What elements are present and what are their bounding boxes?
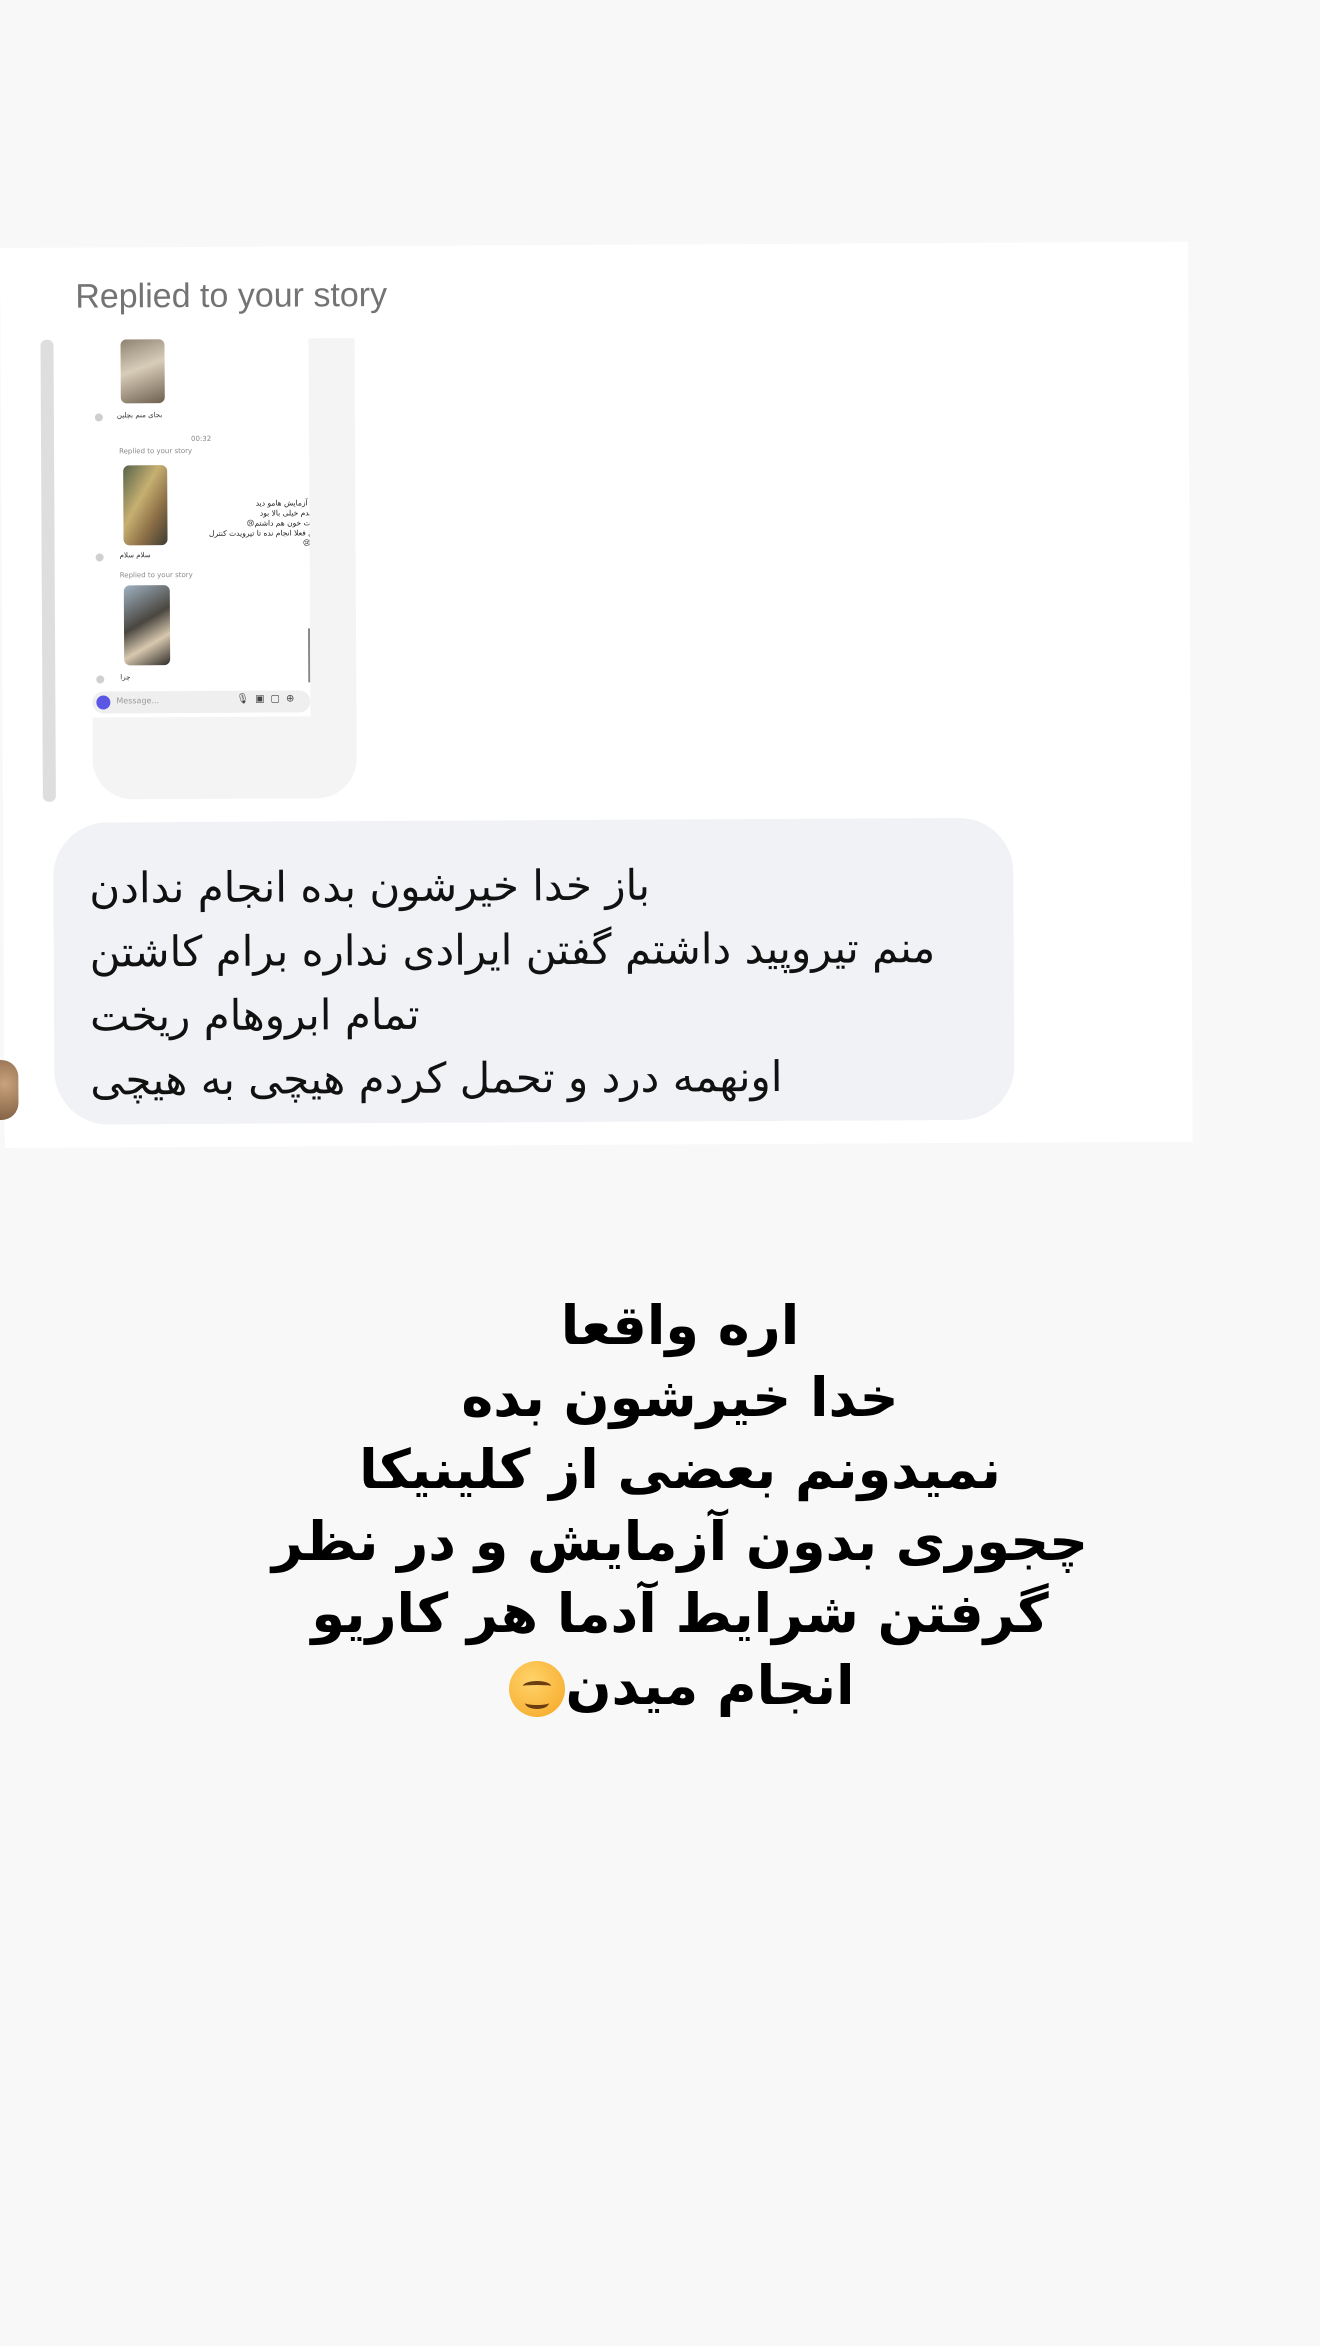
caption-line: اره واقعا: [560, 1294, 800, 1357]
story-caption: اره واقعا خدا خیرشون بده نمیدونم بعضی از…: [180, 1290, 1180, 1722]
story-photo-2: [123, 465, 168, 546]
replied-to-story-label: Replied to your story: [75, 275, 388, 316]
caption-line: چجوری بدون آزمایش و در نظر: [271, 1510, 1089, 1573]
message-line: منم تیروپید داشتم گفتن ایرادی نداره برام…: [89, 923, 936, 977]
story-reply-preview[interactable]: بجای منم بچلین 00:32 Replied to your sto…: [90, 338, 357, 800]
mini-avatar: [94, 413, 103, 422]
caption-line: انجام میدن: [565, 1654, 855, 1717]
composer-icons: 🎙▣▢⊕: [236, 693, 301, 705]
caption-line: خدا خیرشون بده: [461, 1366, 899, 1429]
story-photo-3: [123, 585, 171, 666]
mini-time: 00:32: [190, 434, 212, 444]
message-bubble[interactable]: باز خدا خیرشون بده انجام ندادن منم تیروپ…: [53, 817, 1015, 1125]
message-line: اونهمه درد و تحمل کردم هیچی به هیچی: [90, 1051, 783, 1105]
story-screenshot-thumbnail: بجای منم بچلین 00:32 Replied to your sto…: [90, 338, 311, 718]
mini-replied-2: Replied to your story: [119, 570, 193, 580]
caption-line: نمیدونم بعضی از کلینیکا: [359, 1438, 1001, 1501]
caption-line: گرفتن شرایط آدما هر کاریو: [311, 1582, 1049, 1645]
sender-avatar[interactable]: [0, 1059, 19, 1121]
message-line: تمام ابروهام ریخت: [89, 989, 420, 1041]
camera-icon: [96, 695, 111, 710]
mini-message: دکتر آزمایش هامو دید تیرویدم خیلی بالا ب…: [209, 498, 311, 548]
mini-caption-1: بجای منم بچلین: [116, 411, 163, 420]
mini-avatar: [95, 553, 104, 562]
mini-avatar: [96, 675, 105, 684]
story-photo-1: [120, 339, 165, 404]
mini-composer-placeholder: Message...: [116, 696, 160, 706]
smirking-face-emoji-icon: [509, 1661, 566, 1718]
mini-scrollbar: [307, 628, 311, 683]
mini-replied-1: Replied to your story: [119, 446, 193, 456]
reply-indicator-bar: [40, 339, 56, 802]
dm-screenshot-card: Replied to your story بجای منم بچلین 00:…: [0, 241, 1193, 1148]
mini-caption-3: چرا: [120, 673, 131, 682]
mini-caption-2: سلام سلام: [119, 551, 151, 560]
mini-message-composer: Message... 🎙▣▢⊕: [92, 690, 311, 714]
message-line: باز خدا خیرشون بده انجام ندادن: [89, 860, 651, 913]
caption-last-line: انجام میدن: [180, 1650, 1180, 1722]
